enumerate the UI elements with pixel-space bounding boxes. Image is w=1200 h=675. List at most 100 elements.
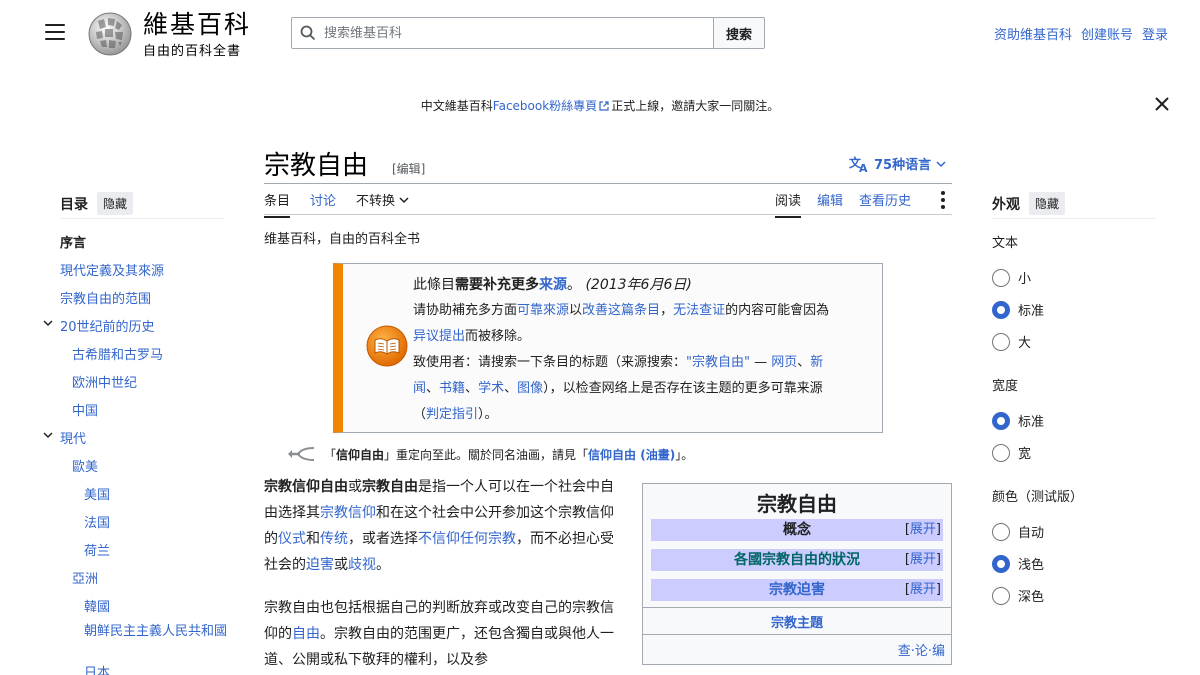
toc-item[interactable]: 中国: [72, 400, 98, 419]
notice-text-part: 、: [426, 381, 440, 396]
radio-circle: [992, 522, 1010, 541]
radio-circle: [992, 332, 1010, 351]
radio-circle: [992, 586, 1010, 605]
notice-text-part: 、: [504, 381, 518, 396]
color-auto-radio[interactable]: 自动: [992, 522, 1044, 541]
toc-item[interactable]: 現代定義及其來源: [60, 260, 164, 279]
toc-item[interactable]: 宗教自由的范围: [60, 288, 151, 307]
chevron-down-icon[interactable]: [43, 430, 53, 440]
toc-item[interactable]: 美国: [84, 484, 110, 503]
redirect-arrow-icon: [288, 447, 315, 461]
toc-item[interactable]: 朝鲜民主主義人民共和國: [84, 624, 234, 639]
chevron-down-icon[interactable]: [43, 318, 53, 328]
expand-toggle[interactable]: [展开]: [905, 519, 941, 541]
appearance-heading: 外观: [992, 196, 1020, 213]
toc-item[interactable]: 序言: [60, 232, 86, 251]
sources-link[interactable]: 来源: [539, 277, 567, 293]
chevron-down-icon: [399, 197, 409, 204]
expand-toggle[interactable]: [展开]: [905, 549, 941, 571]
ritual-link[interactable]: 仪式: [278, 531, 306, 547]
login-link[interactable]: 登录: [1142, 24, 1168, 43]
navbox-row-by-country: 各國宗教自由的狀況 [展开]: [651, 549, 943, 571]
width-wide-radio[interactable]: 宽: [992, 443, 1031, 462]
toc-hide-button[interactable]: 隐藏: [97, 192, 134, 215]
challenge-link[interactable]: 异议提出: [413, 329, 465, 344]
color-light-radio[interactable]: 浅色: [992, 554, 1044, 573]
search-button[interactable]: 搜索: [713, 17, 765, 49]
wordmark-subtitle: 自由的百科全書: [143, 44, 242, 59]
color-dark-radio[interactable]: 深色: [992, 586, 1044, 605]
body-text: 或: [334, 557, 348, 573]
search-box[interactable]: [291, 17, 714, 49]
more-tools-icon[interactable]: [939, 191, 947, 209]
discrimination-link[interactable]: 歧视: [348, 557, 376, 573]
toc-item[interactable]: 日本: [84, 662, 110, 675]
notice-emphasis: 需要补充更多: [455, 277, 539, 293]
wikipedia-globe-logo[interactable]: [84, 9, 136, 57]
toc-item[interactable]: 法国: [84, 512, 110, 531]
toc-item[interactable]: 亞洲: [72, 568, 98, 587]
expand-label: 展开: [909, 582, 936, 597]
religious-belief-link[interactable]: 宗教信仰: [320, 505, 376, 521]
create-account-link[interactable]: 创建账号: [1081, 24, 1133, 43]
hatnote-term: 信仰自由: [336, 447, 385, 462]
images-search-link[interactable]: 图像: [517, 381, 543, 396]
navbox-row-label[interactable]: 各國宗教自由的狀況: [734, 552, 860, 568]
toc-item[interactable]: 韓國: [84, 596, 110, 615]
source-search-link[interactable]: "宗教自由": [686, 355, 750, 370]
main-menu-button[interactable]: [45, 24, 65, 42]
navbox-row-concepts: 概念 [展开]: [651, 519, 943, 541]
title-edit-link[interactable]: [编辑]: [392, 160, 425, 177]
radio-label: 标准: [1018, 304, 1045, 319]
navbox-divider: [643, 634, 951, 635]
variant-label: 不转换: [356, 194, 396, 209]
toc-header: 目录 隐藏: [60, 192, 134, 215]
wikipedia-wordmark[interactable]: 維基百科 自由的百科全書: [143, 11, 251, 60]
site-notice-banner: 中文維基百科Facebook粉絲專頁 正式上線，邀請大家一同關注。: [0, 97, 1200, 114]
toc-item[interactable]: 歐美: [72, 456, 98, 475]
search-icon: [300, 25, 316, 41]
donate-link[interactable]: 资助维基百科: [994, 24, 1072, 43]
verifiability-link[interactable]: 无法查证: [673, 303, 725, 318]
search-input[interactable]: [324, 25, 694, 41]
notice-text-part: 、: [797, 355, 811, 370]
view-talk-edit-links[interactable]: 查·论·编: [898, 640, 945, 659]
persecution-link[interactable]: 迫害: [306, 557, 334, 573]
language-button[interactable]: 文 A 75种语言: [849, 154, 946, 173]
freedom-link[interactable]: 自由: [292, 626, 320, 642]
news-search-link[interactable]: 闻: [413, 381, 426, 396]
bracket: ]: [935, 582, 941, 597]
web-search-link[interactable]: 网页: [771, 355, 797, 370]
books-search-link[interactable]: 书籍: [439, 381, 465, 396]
text-size-label: 文本: [992, 236, 1019, 251]
radio-circle: [992, 443, 1010, 462]
expand-toggle[interactable]: [展开]: [905, 579, 941, 601]
painting-link[interactable]: 信仰自由 (油畫): [588, 448, 675, 462]
notice-text-part: 。: [567, 277, 581, 293]
text-size-standard-radio[interactable]: 标准: [992, 300, 1044, 319]
scholar-search-link[interactable]: 学术: [478, 381, 504, 396]
tradition-link[interactable]: 传统: [320, 531, 348, 547]
appearance-hide-button[interactable]: 隐藏: [1029, 192, 1066, 215]
news-search-link[interactable]: 新: [810, 355, 823, 370]
navbox-divider: [643, 607, 951, 608]
toc-item[interactable]: 現代: [60, 428, 86, 447]
guideline-link[interactable]: 判定指引: [426, 407, 478, 422]
width-standard-radio[interactable]: 标准: [992, 411, 1044, 430]
toc-item[interactable]: 20世纪前的历史: [60, 316, 155, 335]
toc-item[interactable]: 荷兰: [84, 540, 110, 559]
bold-term: 宗教自由: [362, 479, 418, 495]
text-size-large-radio[interactable]: 大: [992, 332, 1031, 351]
close-icon[interactable]: [1153, 95, 1171, 113]
toc-item[interactable]: 欧洲中世纪: [72, 372, 137, 391]
reliable-sources-link[interactable]: 可靠來源: [517, 303, 569, 318]
lead-paragraph: 宗教信仰自由或宗教自由是指一个人可以在一个社会中自由选择其宗教信仰和在这个社会中…: [264, 474, 619, 578]
improve-article-link[interactable]: 改善这篇条目: [582, 303, 660, 318]
toc-item[interactable]: 古希腊和古罗马: [72, 344, 163, 363]
banner-suffix: 正式上線，邀請大家一同關注。: [611, 99, 780, 113]
facebook-page-link[interactable]: Facebook粉絲專頁: [493, 99, 597, 113]
navbox-row-label[interactable]: 宗教迫害: [769, 582, 825, 598]
religion-portal-link[interactable]: 宗教主題: [643, 612, 951, 631]
irreligion-link[interactable]: 不信仰任何宗教: [418, 531, 516, 547]
text-size-small-radio[interactable]: 小: [992, 268, 1031, 287]
